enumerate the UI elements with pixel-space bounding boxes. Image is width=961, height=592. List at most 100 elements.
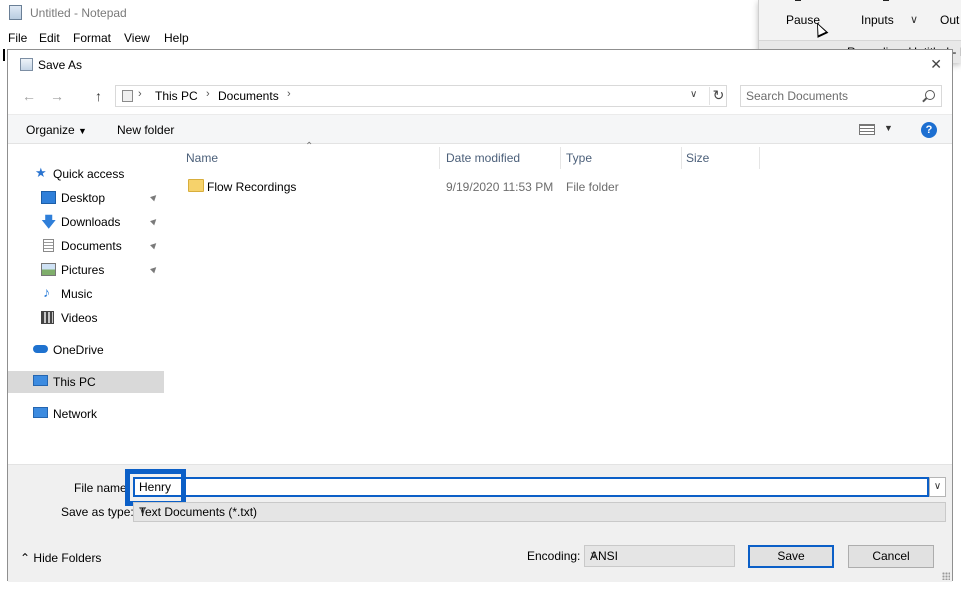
refresh-icon[interactable]: ↻ — [709, 87, 727, 105]
organize-button[interactable]: Organize ▼ — [26, 123, 87, 137]
hide-folders-label: Hide Folders — [33, 551, 102, 565]
text-caret — [3, 49, 5, 61]
inputs-button[interactable]: Inputs — [861, 13, 894, 27]
column-divider[interactable] — [439, 147, 440, 169]
sidebar-item-label: Downloads — [61, 215, 121, 229]
menu-edit[interactable]: Edit — [39, 31, 60, 45]
notepad-title: Untitled - Notepad — [30, 6, 127, 20]
close-icon[interactable]: ✕ — [930, 57, 942, 71]
sidebar-item-downloads[interactable]: 🡇 Downloads ▲ — [8, 211, 164, 233]
encoding-label: Encoding: — [527, 549, 581, 563]
sidebar-item-documents[interactable]: Documents ▲ — [8, 235, 164, 257]
hide-folders-button[interactable]: ⌃ Hide Folders — [20, 551, 101, 565]
computer-icon — [33, 375, 48, 386]
sidebar-item-label: Network — [53, 407, 98, 421]
sidebar-item-this-pc[interactable]: This PC — [8, 371, 164, 393]
pin-icon[interactable]: ▲ — [147, 190, 162, 205]
up-arrow-icon[interactable]: ↑ — [95, 88, 102, 104]
cloud-icon — [33, 345, 48, 353]
chevron-down-icon: ∨ — [590, 550, 598, 561]
chevron-right-icon[interactable]: › — [206, 88, 210, 100]
navigation-pane: ★ Quick access Desktop ▲ 🡇 Downloads ▲ D… — [8, 145, 168, 465]
recorder-controls: Pause Inputs ∨ Out — [759, 0, 961, 40]
new-folder-button[interactable]: New folder — [117, 123, 174, 137]
chevron-down-icon[interactable]: ∨ — [910, 13, 918, 26]
notepad-icon — [9, 5, 22, 20]
save-button[interactable]: Save — [748, 545, 834, 568]
address-bar[interactable]: › This PC › Documents › ∨ ↻ — [115, 85, 727, 107]
chevron-right-icon[interactable]: › — [138, 88, 142, 100]
chevron-down-icon[interactable]: ▼ — [884, 123, 893, 133]
back-arrow-icon[interactable]: ← — [22, 88, 36, 104]
forward-arrow-icon[interactable]: → — [50, 88, 64, 104]
sidebar-item-label: OneDrive — [53, 343, 104, 357]
encoding-select[interactable]: ANSI ∨ — [584, 545, 735, 567]
column-divider[interactable] — [759, 147, 760, 169]
inputs-icon — [883, 0, 889, 1]
column-header-date-modified[interactable]: Date modified — [446, 151, 520, 173]
file-name-field[interactable] — [133, 477, 929, 497]
sidebar-item-onedrive[interactable]: OneDrive — [8, 339, 164, 361]
sidebar-item-quick-access[interactable]: ★ Quick access — [8, 163, 164, 185]
breadcrumb-this-pc[interactable]: This PC — [155, 89, 198, 103]
save-as-dialog: Save As ✕ ← → ↑ › This PC › Documents › … — [7, 49, 953, 582]
chevron-down-icon: ∨ — [139, 506, 147, 517]
sidebar-item-label: Music — [61, 287, 93, 301]
save-options-panel: File name: ∨ Save as type: Text Document… — [8, 464, 952, 582]
menu-help[interactable]: Help — [164, 31, 189, 45]
column-divider[interactable] — [681, 147, 682, 169]
sidebar-item-label: Quick access — [53, 167, 125, 181]
this-pc-icon — [122, 90, 133, 102]
column-header-size[interactable]: Size — [686, 151, 709, 173]
document-icon — [43, 239, 54, 252]
table-row[interactable]: Flow Recordings 9/19/2020 11:53 PM File … — [184, 177, 764, 197]
view-options-icon[interactable] — [859, 124, 875, 135]
column-header-type[interactable]: Type — [566, 151, 592, 173]
folder-icon — [188, 179, 204, 192]
resize-grip-icon[interactable] — [942, 572, 950, 580]
dialog-title: Save As — [38, 58, 83, 72]
sidebar-item-desktop[interactable]: Desktop ▲ — [8, 187, 164, 209]
menu-file[interactable]: File — [8, 31, 27, 45]
chevron-up-icon: ⌃ — [20, 551, 31, 565]
chevron-down-icon: ▼ — [78, 126, 87, 136]
out-button[interactable]: Out — [940, 13, 959, 27]
sidebar-item-label: Documents — [61, 239, 122, 253]
dialog-titlebar: Save As ✕ — [8, 50, 952, 79]
search-input[interactable] — [746, 88, 916, 104]
sidebar-item-music[interactable]: ♪ Music — [8, 283, 164, 305]
menu-view[interactable]: View — [124, 31, 150, 45]
search-icon[interactable] — [925, 90, 935, 100]
chevron-right-icon[interactable]: › — [287, 88, 291, 100]
chevron-down-icon[interactable]: ∨ — [690, 89, 697, 100]
column-header-name[interactable]: Name — [186, 151, 218, 173]
save-as-type-select[interactable]: Text Documents (*.txt) ∨ — [133, 502, 946, 522]
pin-icon[interactable]: ▲ — [147, 214, 162, 229]
pin-icon[interactable]: ▲ — [147, 238, 162, 253]
sidebar-item-pictures[interactable]: Pictures ▲ — [8, 259, 164, 281]
sidebar-item-label: Videos — [61, 311, 98, 325]
command-toolbar: Organize ▼ New folder ▼ ? — [8, 114, 952, 144]
file-name: Flow Recordings — [207, 180, 297, 194]
sidebar-item-label: This PC — [53, 375, 96, 389]
network-icon — [33, 407, 48, 418]
file-date: 9/19/2020 11:53 PM — [446, 180, 554, 194]
column-divider[interactable] — [560, 147, 561, 169]
sidebar-item-label: Pictures — [61, 263, 105, 277]
pictures-icon — [41, 263, 56, 276]
search-box[interactable] — [740, 85, 942, 107]
breadcrumb-documents[interactable]: Documents — [218, 89, 279, 103]
sidebar-item-videos[interactable]: Videos — [8, 307, 164, 329]
pin-icon[interactable]: ▲ — [147, 262, 162, 277]
star-icon: ★ — [35, 165, 47, 180]
film-icon — [41, 311, 54, 324]
music-note-icon: ♪ — [43, 284, 50, 300]
chevron-down-icon[interactable]: ∨ — [929, 477, 946, 497]
cancel-button[interactable]: Cancel — [848, 545, 934, 568]
help-button[interactable]: ? — [921, 122, 937, 138]
file-name-label: File name: — [74, 481, 131, 495]
file-name-input[interactable] — [139, 479, 919, 495]
dialog-icon — [20, 58, 33, 71]
menu-format[interactable]: Format — [73, 31, 111, 45]
sidebar-item-network[interactable]: Network — [8, 403, 164, 425]
